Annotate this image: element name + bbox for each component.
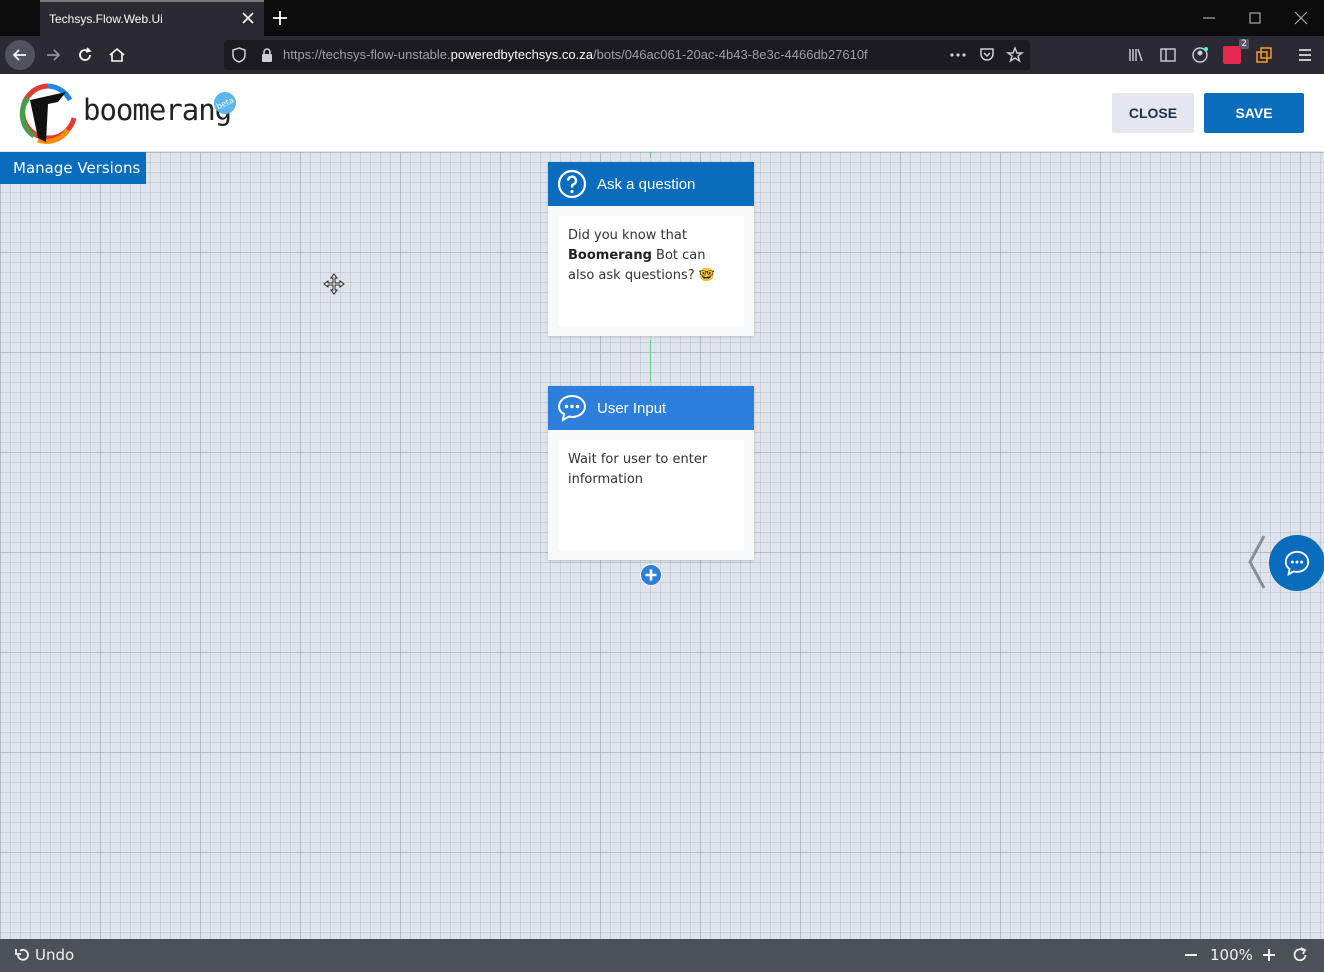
reset-zoom-icon[interactable] [1291,946,1309,964]
reload-icon [79,47,92,61]
back-arrow-icon [12,49,26,61]
pocket-icon[interactable] [978,46,996,64]
add-node-button[interactable] [640,564,662,586]
question-icon [557,169,587,199]
extension-icon[interactable]: 2 [1223,39,1249,64]
ask-question-node[interactable]: Ask a question Did you know that Boomera… [548,162,754,336]
browser-nav-bar: https://techsys-flow-unstable.poweredbyt… [0,36,1324,74]
logo-text: boomerang [83,93,232,127]
manage-versions-button[interactable]: Manage Versions [0,152,146,184]
tab-close-icon[interactable] [240,10,256,26]
url-bar[interactable]: https://techsys-flow-unstable.poweredbyt… [224,40,1030,70]
zoom-out-icon[interactable] [1182,946,1200,964]
zoom-in-icon[interactable] [1260,946,1278,964]
url-text[interactable]: https://techsys-flow-unstable.poweredbyt… [283,47,868,62]
url-host: poweredbytechsys.co.za [450,47,593,62]
node-text-pre: Did you know that [568,228,687,243]
node-header[interactable]: Ask a question [548,162,754,206]
container-tabs-icon[interactable] [1255,46,1273,64]
zoom-level: 100% [1210,946,1253,964]
boomerang-logo-icon [19,83,77,144]
library-icon[interactable] [1127,46,1145,64]
new-tab-icon[interactable] [270,8,290,28]
undo-label: Undo [35,946,75,964]
node-header[interactable]: User Input [548,386,754,430]
connector-line [650,340,651,382]
chat-launcher-button[interactable] [1269,535,1324,591]
undo-button[interactable]: Undo [14,946,74,964]
node-title: User Input [597,399,667,417]
node-body: Did you know that Boomerang Bot can also… [558,216,744,326]
app-header: boomerang beta CLOSE SAVE [0,74,1324,152]
move-cursor-icon [323,273,345,295]
boomerang-logo: boomerang beta [18,80,240,148]
sidebar-icon[interactable] [1159,46,1177,64]
minimize-window-icon[interactable] [1199,8,1219,28]
browser-tab[interactable]: Techsys.Flow.Web.Ui [40,0,264,36]
lock-icon[interactable] [258,46,276,64]
chevron-left-icon[interactable] [1244,534,1268,590]
node-body: Wait for user to enter information [558,440,744,550]
undo-icon [15,948,29,961]
browser-tab-bar: Techsys.Flow.Web.Ui [0,0,1324,36]
chat-bubble-icon [1284,550,1310,576]
home-icon [109,47,125,62]
forward-arrow-icon [47,49,61,61]
maximize-window-icon[interactable] [1245,8,1265,28]
tab-title: Techsys.Flow.Web.Ui [49,12,163,26]
node-title: Ask a question [597,175,696,193]
bookmark-star-icon[interactable] [1006,46,1024,64]
more-actions-icon[interactable] [949,46,967,64]
user-input-node[interactable]: User Input Wait for user to enter inform… [548,386,754,560]
extension-badge: 2 [1239,39,1249,49]
flow-canvas[interactable]: Manage Versions Ask a question Did you k… [0,152,1324,939]
save-button[interactable]: SAVE [1204,93,1304,133]
url-prefix: https://techsys-flow-unstable. [283,47,451,62]
node-text-bold: Boomerang [568,248,652,263]
url-path: /bots/046ac061-20ac-4b43-8e3c-4466db2761… [593,47,868,62]
close-button[interactable]: CLOSE [1112,93,1194,133]
connector-line [650,152,651,158]
account-icon[interactable] [1191,46,1209,64]
shield-icon[interactable] [230,46,248,64]
speech-bubble-icon [557,394,587,422]
home-button[interactable] [102,40,132,70]
forward-button[interactable] [38,40,68,70]
back-button[interactable] [5,40,35,70]
reload-button[interactable] [70,40,100,70]
close-window-icon[interactable] [1291,8,1311,28]
canvas-footer: Undo 100% [0,939,1324,972]
hamburger-menu-icon[interactable] [1296,46,1314,64]
